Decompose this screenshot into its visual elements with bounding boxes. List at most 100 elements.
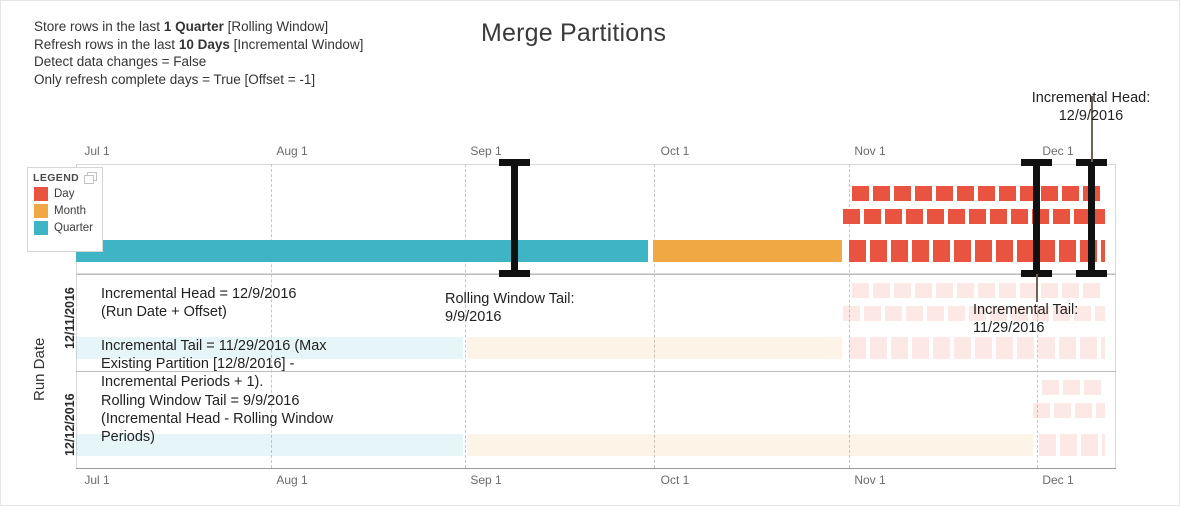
setting-suffix: [Rolling Window]: [224, 19, 328, 34]
x-tick-label: Nov 1: [854, 144, 885, 158]
day-partition-square: [870, 337, 887, 359]
day-partition-square: [933, 337, 950, 359]
day-partition-square: [1084, 380, 1101, 395]
day-partition-square: [864, 306, 881, 321]
legend-swatch-month: [34, 204, 48, 218]
rolling-window-tail-marker: [511, 159, 518, 277]
day-partition-square: [990, 209, 1007, 224]
x-tick-label: Sep 1: [470, 144, 501, 158]
x-tick-label: Aug 1: [276, 473, 307, 487]
day-partition-square: [852, 283, 869, 298]
day-partition-square: [999, 186, 1016, 201]
day-partition-square: [1059, 240, 1076, 262]
x-tick-label: Nov 1: [854, 473, 885, 487]
day-partition-square: [906, 306, 923, 321]
day-partition-square: [1083, 283, 1100, 298]
x-tick-label: Sep 1: [470, 473, 501, 487]
annotation-rolling-window-tail: Rolling Window Tail: 9/9/2016: [445, 290, 574, 326]
day-partition-square: [948, 209, 965, 224]
day-partition-square: [1101, 337, 1105, 359]
day-partition-square: [957, 186, 974, 201]
day-partition-square: [843, 209, 860, 224]
day-partition-square: [1080, 337, 1097, 359]
day-partition-square: [1063, 380, 1080, 395]
day-partition-square: [996, 337, 1013, 359]
legend-item-month[interactable]: Month: [34, 204, 97, 218]
legend-item-day[interactable]: Day: [34, 187, 97, 201]
day-partition-square: [1017, 337, 1034, 359]
setting-prefix: Refresh rows in the last: [34, 37, 179, 52]
bar-month-run-12-11-2016: [467, 337, 842, 359]
day-partition-square: [1054, 403, 1071, 418]
legend-swatch-quarter: [34, 221, 48, 235]
day-partition-square: [1020, 283, 1037, 298]
x-tick-label: Dec 1: [1042, 473, 1073, 487]
annotation-incremental-head: Incremental Head: 12/9/2016: [1032, 89, 1150, 125]
day-partition-square: [849, 240, 866, 262]
day-partition-square: [1081, 434, 1098, 456]
day-partition-square: [1059, 337, 1076, 359]
day-partition-square: [891, 240, 908, 262]
day-partition-square: [975, 240, 992, 262]
day-partition-square: [954, 240, 971, 262]
bar-month-active-partitions: [653, 240, 842, 262]
day-partition-square: [843, 306, 860, 321]
day-partition-square: [999, 283, 1016, 298]
day-partition-square: [891, 337, 908, 359]
copy-icon: [84, 172, 97, 184]
setting-prefix: Store rows in the last: [34, 19, 164, 34]
day-partition-square: [873, 283, 890, 298]
day-partition-square: [915, 283, 932, 298]
x-tick-label: Jul 1: [84, 473, 109, 487]
annotation-incremental-tail: Incremental Tail: 11/29/2016: [973, 301, 1078, 337]
day-partition-square: [978, 186, 995, 201]
setting-suffix: [Incremental Window]: [230, 37, 364, 52]
x-tick-label: Jul 1: [84, 144, 109, 158]
day-partition-square: [1095, 306, 1105, 321]
day-partition-square: [873, 186, 890, 201]
day-partition-square: [849, 337, 866, 359]
legend-label-month: Month: [54, 205, 86, 217]
day-partition-square: [864, 209, 881, 224]
day-partition-square: [954, 337, 971, 359]
annotation-rolling-window-tail-note: Rolling Window Tail = 9/9/2016 (Incremen…: [101, 392, 333, 446]
day-partition-square: [870, 240, 887, 262]
day-partition-square: [969, 209, 986, 224]
day-partition-square: [852, 186, 869, 201]
day-partition-square: [1033, 403, 1050, 418]
day-partition-square: [1062, 186, 1079, 201]
axis-divider-top: [76, 274, 1116, 275]
day-partition-square: [957, 283, 974, 298]
day-partition-square: [906, 209, 923, 224]
day-partition-square: [927, 209, 944, 224]
day-partition-square: [1011, 209, 1028, 224]
day-partition-square: [1075, 403, 1092, 418]
legend-label-day: Day: [54, 188, 74, 200]
day-partition-square: [1095, 209, 1105, 224]
day-partition-square: [927, 306, 944, 321]
axis-divider-bottom: [76, 468, 1116, 469]
gridline: [654, 164, 655, 468]
legend-item-quarter[interactable]: Quarter: [34, 221, 97, 235]
x-tick-label: Oct 1: [661, 473, 690, 487]
setting-only-refresh-complete-days: Only refresh complete days = True [Offse…: [34, 71, 363, 89]
setting-value: 1 Quarter: [164, 19, 224, 34]
day-partition-square: [1041, 283, 1058, 298]
day-partition-square: [1038, 337, 1055, 359]
legend[interactable]: LEGEND Day Month Quarter: [27, 167, 103, 252]
day-partition-square: [1101, 240, 1105, 262]
day-partition-square: [1042, 380, 1059, 395]
day-partition-square: [1017, 240, 1034, 262]
bar-quarter-active-partitions: [76, 240, 648, 262]
setting-value: 10 Days: [179, 37, 230, 52]
settings-summary: Store rows in the last 1 Quarter [Rollin…: [34, 18, 363, 88]
x-tick-label: Oct 1: [661, 144, 690, 158]
day-partition-square: [1060, 434, 1077, 456]
day-partition-square: [912, 337, 929, 359]
day-partition-square: [915, 186, 932, 201]
x-tick-label: Aug 1: [276, 144, 307, 158]
setting-incremental-window: Refresh rows in the last 10 Days [Increm…: [34, 36, 363, 54]
incremental-tail-marker: [1033, 159, 1040, 277]
day-partition-square: [978, 283, 995, 298]
day-partition-square: [936, 283, 953, 298]
